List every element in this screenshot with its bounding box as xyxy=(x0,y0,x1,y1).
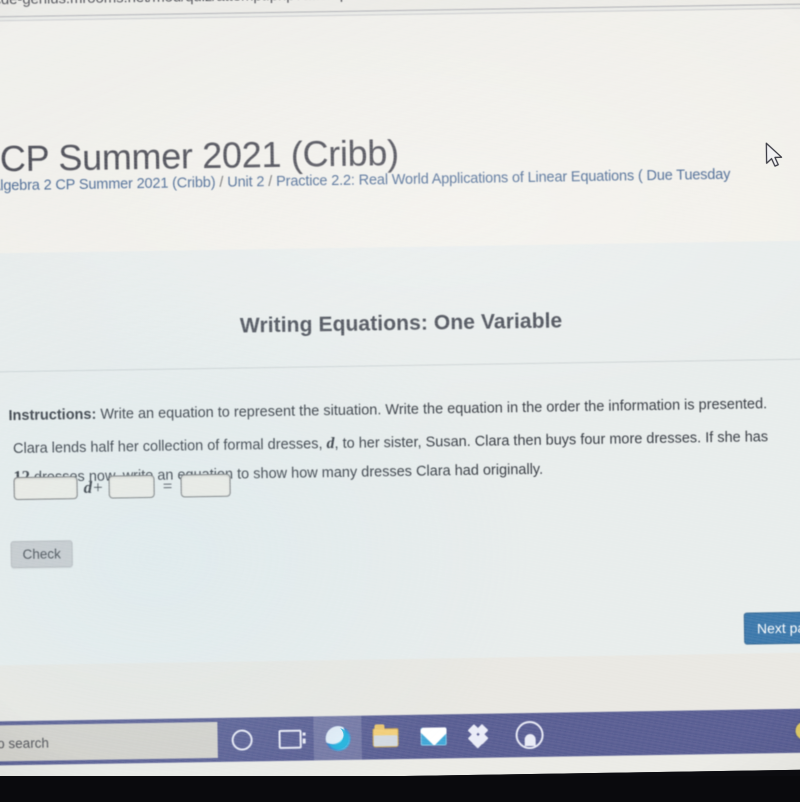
dropbox-icon xyxy=(467,723,493,749)
taskbar-tray xyxy=(795,721,800,740)
taskbar-item-mail[interactable] xyxy=(409,714,458,759)
home-app-icon xyxy=(515,720,544,750)
taskbar-search-input[interactable]: Type here to search xyxy=(0,721,218,762)
computer-screen: //scde-genius.mrooms.net/mod/quiz/attemp… xyxy=(0,0,800,783)
cortana-icon xyxy=(230,728,253,751)
taskbar-icon-group xyxy=(217,713,554,762)
address-bar-url: //scde-genius.mrooms.net/mod/quiz/attemp… xyxy=(0,0,361,9)
taskbar-item-dropbox[interactable] xyxy=(457,713,506,758)
file-explorer-icon xyxy=(372,727,399,748)
breadcrumb-item-course[interactable]: Algebra 2 CP Summer 2021 (Cribb) xyxy=(0,175,216,195)
mail-icon xyxy=(420,727,447,746)
search-placeholder-text: Type here to search xyxy=(0,735,50,752)
breadcrumb-item-unit[interactable]: Unit 2 xyxy=(227,174,264,191)
check-button[interactable]: Check xyxy=(10,540,73,569)
taskbar-item-edge[interactable] xyxy=(313,715,362,761)
instructions-body: Write an equation to represent the situa… xyxy=(100,395,768,423)
instructions-label: Instructions: xyxy=(8,406,97,424)
taskbar-item-task-view[interactable] xyxy=(265,716,314,761)
equation-equals-operator: = xyxy=(162,476,173,496)
breadcrumb-separator-2: / xyxy=(268,174,273,191)
taskbar-item-file-explorer[interactable] xyxy=(361,715,410,760)
answer-input-result[interactable] xyxy=(180,473,231,498)
equation-plus-operator: + xyxy=(92,477,103,497)
answer-input-coefficient[interactable] xyxy=(13,476,78,501)
problem-part-1: Clara lends half her collection of forma… xyxy=(12,435,323,457)
problem-part-2: , to her sister, Susan. Clara then buys … xyxy=(334,428,769,452)
moodle-page: 2 CP Summer 2021 (Cribb) /Algebra 2 CP S… xyxy=(0,8,800,722)
next-page-button[interactable]: Next page xyxy=(743,610,800,645)
equation-variable-d: d xyxy=(83,477,93,497)
taskbar-item-cortana[interactable] xyxy=(217,717,266,762)
question-divider xyxy=(0,358,800,373)
screen-bezel xyxy=(0,776,800,802)
photo-of-screen: //scde-genius.mrooms.net/mod/quiz/attemp… xyxy=(0,0,800,802)
task-view-icon xyxy=(277,729,302,749)
answer-input-constant[interactable] xyxy=(108,474,155,499)
answer-equation-row: d + = xyxy=(13,473,231,501)
breadcrumb-separator-1: / xyxy=(219,174,224,191)
instructions-text: Instructions: Write an equation to repre… xyxy=(8,394,780,427)
microsoft-edge-icon xyxy=(324,725,351,751)
notification-badge-icon[interactable] xyxy=(795,721,800,740)
question-heading: Writing Equations: One Variable xyxy=(239,309,563,338)
problem-variable: d xyxy=(326,434,335,452)
taskbar-item-home-app[interactable] xyxy=(505,713,554,758)
quiz-question-area: Writing Equations: One Variable Instruct… xyxy=(0,240,800,722)
